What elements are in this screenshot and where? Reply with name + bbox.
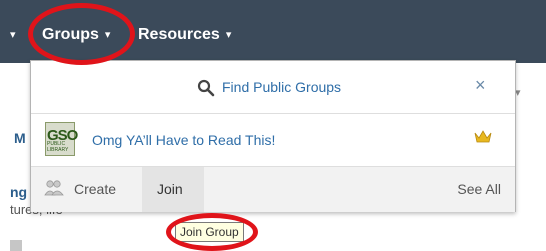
join-group-button[interactable]: Join xyxy=(142,167,204,212)
create-group-icon xyxy=(44,180,64,196)
background-thumbnail xyxy=(10,240,22,251)
nav-groups-menu[interactable]: Groups ▾ xyxy=(42,0,110,63)
find-public-groups-link[interactable]: Find Public Groups xyxy=(222,79,341,95)
create-group-button[interactable]: Create xyxy=(31,167,141,212)
background-heading-fragment: M xyxy=(14,130,26,146)
group-name-link[interactable]: Omg YA’ll Have to Read This! xyxy=(92,132,275,148)
group-logo: GSO PUBLIC LIBRARY xyxy=(45,122,78,156)
see-all-link[interactable]: See All xyxy=(457,181,501,197)
group-logo-subtitle: PUBLIC LIBRARY xyxy=(47,141,69,153)
create-label: Create xyxy=(74,181,117,197)
group-list-item[interactable]: GSO PUBLIC LIBRARY Omg YA’ll Have to Rea… xyxy=(31,114,515,167)
background-link-fragment: ng xyxy=(10,184,28,200)
search-icon xyxy=(197,79,215,97)
groups-dropdown: Find Public Groups × GSO PUBLIC LIBRARY … xyxy=(30,60,516,212)
join-label: Join xyxy=(157,181,183,197)
chevron-down-icon: ▾ xyxy=(225,29,232,41)
dropdown-footer: Create Join See All xyxy=(31,167,515,212)
chevron-down-icon: ▾ xyxy=(104,29,111,41)
close-icon[interactable]: × xyxy=(475,75,486,96)
nav-groups-label: Groups xyxy=(42,26,99,43)
nav-resources-label: Resources xyxy=(138,26,220,43)
nav-resources-menu[interactable]: Resources ▾ xyxy=(138,0,231,63)
crown-icon xyxy=(474,130,492,143)
find-public-groups-row[interactable]: Find Public Groups × xyxy=(31,61,515,114)
prev-menu-caret-icon[interactable]: ▾ xyxy=(10,0,16,63)
top-navbar: ▾ Groups ▾ Resources ▾ xyxy=(0,0,546,63)
join-group-tooltip: Join Group xyxy=(175,222,244,242)
